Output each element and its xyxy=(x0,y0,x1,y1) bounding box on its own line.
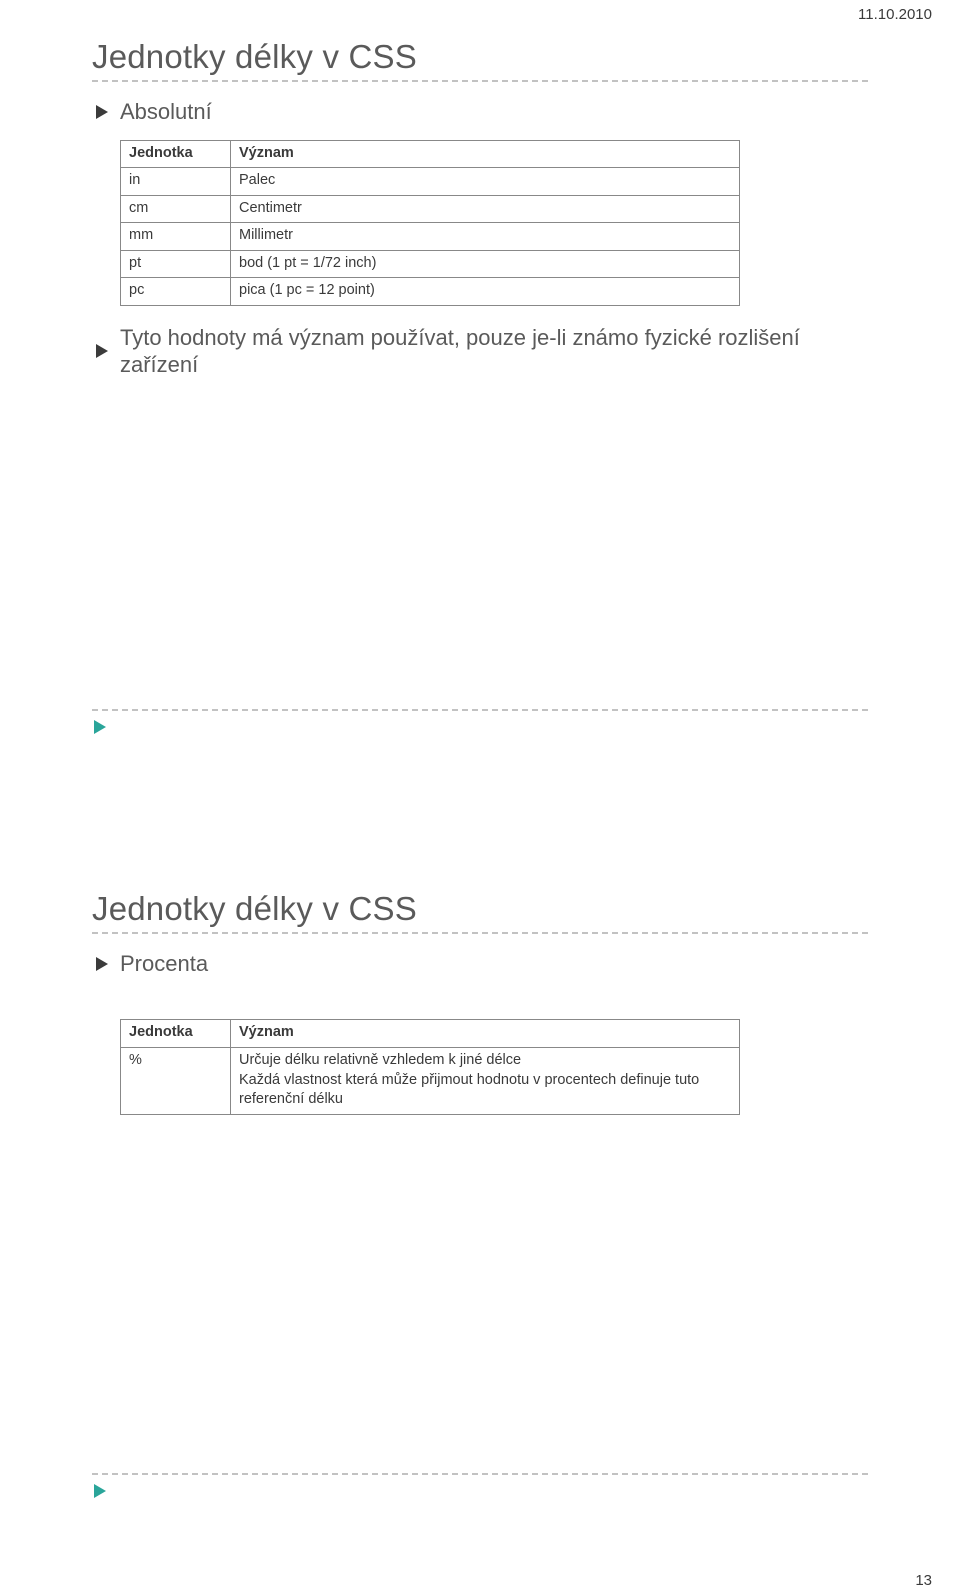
slide-1: Jednotky délky v CSS Absolutní Jednotka … xyxy=(92,38,868,740)
bullet-note: Tyto hodnoty má význam používat, pouze j… xyxy=(94,324,868,379)
bullet-percent: Procenta xyxy=(94,950,868,978)
bullet-absolute-label: Absolutní xyxy=(120,98,212,126)
table-cell: cm xyxy=(121,195,231,223)
triangle-right-icon xyxy=(94,343,110,359)
triangle-right-icon xyxy=(92,719,108,735)
table-header-cell: Jednotka xyxy=(121,1020,231,1048)
slide-1-end xyxy=(92,709,868,740)
divider xyxy=(92,1473,868,1475)
table-header-cell: Jednotka xyxy=(121,140,231,168)
bullet-note-label: Tyto hodnoty má význam používat, pouze j… xyxy=(120,324,868,379)
table-cell: % xyxy=(121,1047,231,1114)
table-cell: Centimetr xyxy=(231,195,740,223)
table-row: pc pica (1 pc = 12 point) xyxy=(121,278,740,306)
table-cell: bod (1 pt = 1/72 inch) xyxy=(231,250,740,278)
table-row: in Palec xyxy=(121,168,740,196)
table-cell: pica (1 pc = 12 point) xyxy=(231,278,740,306)
table-cell: Palec xyxy=(231,168,740,196)
triangle-right-icon xyxy=(94,956,110,972)
table-cell: mm xyxy=(121,223,231,251)
table-row: pt bod (1 pt = 1/72 inch) xyxy=(121,250,740,278)
table-cell: pc xyxy=(121,278,231,306)
bullet-percent-label: Procenta xyxy=(120,950,208,978)
table-cell: in xyxy=(121,168,231,196)
triangle-right-icon xyxy=(94,104,110,120)
table-header-cell: Význam xyxy=(231,140,740,168)
table-header-row: Jednotka Význam xyxy=(121,140,740,168)
table-header-cell: Význam xyxy=(231,1020,740,1048)
slide-2-title: Jednotky délky v CSS xyxy=(92,890,868,928)
table-row: % Určuje délku relativně vzhledem k jiné… xyxy=(121,1047,740,1114)
page-date: 11.10.2010 xyxy=(858,6,932,23)
table-cell: Millimetr xyxy=(231,223,740,251)
bullet-absolute: Absolutní xyxy=(94,98,868,126)
table-row: cm Centimetr xyxy=(121,195,740,223)
divider xyxy=(92,80,868,82)
slide-2: Jednotky délky v CSS Procenta Jednotka V… xyxy=(92,890,868,1504)
table-cell: Určuje délku relativně vzhledem k jiné d… xyxy=(231,1047,740,1114)
divider xyxy=(92,709,868,711)
page: 11.10.2010 Jednotky délky v CSS Absolutn… xyxy=(0,0,960,1595)
table-cell: pt xyxy=(121,250,231,278)
page-number: 13 xyxy=(915,1572,932,1589)
divider xyxy=(92,932,868,934)
slide-2-end xyxy=(92,1473,868,1504)
table-row: mm Millimetr xyxy=(121,223,740,251)
table-absolute-units: Jednotka Význam in Palec cm Centimetr mm… xyxy=(120,140,740,306)
table-percent-units: Jednotka Význam % Určuje délku relativně… xyxy=(120,1019,740,1114)
table-header-row: Jednotka Význam xyxy=(121,1020,740,1048)
slide-1-title: Jednotky délky v CSS xyxy=(92,38,868,76)
triangle-right-icon xyxy=(92,1483,108,1499)
